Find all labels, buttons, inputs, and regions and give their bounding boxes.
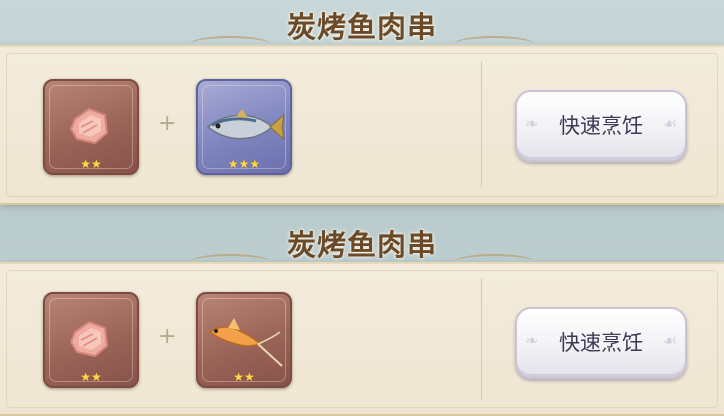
ingredient-slot-fish[interactable]: ★★★ [196, 79, 292, 175]
quick-cook-label: 快速烹饪 [559, 114, 643, 138]
quick-cook-button[interactable]: ❧ 快速烹饪 ☙ [515, 90, 687, 162]
button-ornament-icon: ☙ [662, 331, 677, 350]
rarity-stars: ★★ [80, 370, 102, 384]
button-ornament-icon: ❧ [525, 331, 539, 350]
recipe-title: 炭烤鱼肉串 [286, 228, 437, 262]
button-ornament-icon: ☙ [662, 114, 677, 133]
button-ornament-icon: ❧ [525, 114, 539, 133]
ingredient-slot-meat[interactable]: ★★ [43, 79, 139, 175]
ingredient-slot-meat[interactable]: ★★ [43, 292, 139, 388]
plus-sign: + [158, 111, 177, 136]
plus-sign: + [158, 324, 177, 349]
rarity-stars: ★★ [233, 370, 255, 384]
quick-cook-button[interactable]: ❧ 快速烹饪 ☙ [515, 307, 687, 379]
card-divider [481, 278, 482, 400]
rarity-stars: ★★ [80, 157, 102, 171]
ingredient-slot-fish[interactable]: ★★ [196, 292, 292, 388]
card-divider [481, 61, 482, 187]
rarity-stars: ★★★ [227, 157, 261, 171]
quick-cook-label: 快速烹饪 [559, 331, 643, 355]
recipe-title: 炭烤鱼肉串 [286, 10, 437, 44]
